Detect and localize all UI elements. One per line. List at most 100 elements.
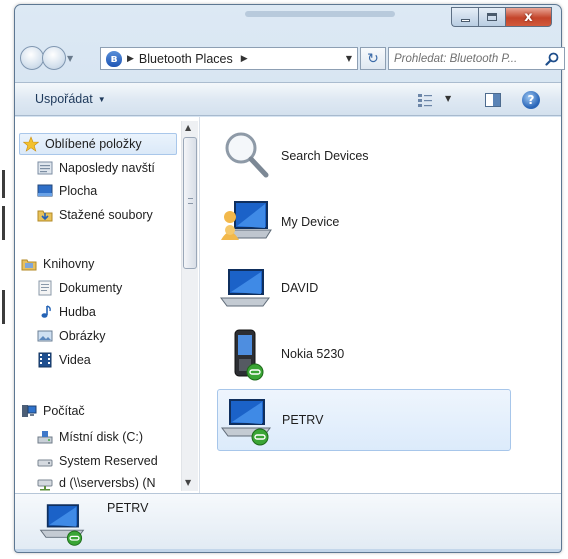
view-options-dropdown[interactable]: ▼ bbox=[445, 94, 451, 103]
my-device-icon bbox=[221, 201, 272, 240]
file-label: PETRV bbox=[282, 413, 324, 427]
minimize-button[interactable] bbox=[451, 7, 478, 27]
refresh-button[interactable]: ↻ bbox=[360, 47, 386, 70]
nav-recent-places[interactable]: Naposledy navští bbox=[37, 157, 155, 179]
edge-mark bbox=[2, 290, 5, 324]
organize-label: Uspořádat bbox=[35, 92, 93, 106]
back-button[interactable] bbox=[20, 46, 44, 70]
scroll-down-arrow-icon[interactable]: ▼ bbox=[185, 478, 191, 487]
nav-downloads-label: Stažené soubory bbox=[59, 208, 153, 222]
change-view-icon[interactable] bbox=[418, 93, 432, 107]
nav-system-reserved[interactable]: System Reserved bbox=[37, 450, 158, 472]
nav-network-drive-label: d (\\serversbs) (N bbox=[59, 476, 156, 490]
nav-recent-places-label: Naposledy navští bbox=[59, 161, 155, 175]
nav-pane-scrollbar[interactable]: ▲ ▼ bbox=[181, 121, 198, 491]
local-disk-icon bbox=[37, 431, 53, 444]
network-drive-icon bbox=[37, 479, 53, 491]
nav-libraries[interactable]: Knihovny bbox=[21, 253, 94, 275]
close-button[interactable]: x bbox=[505, 7, 552, 27]
drive-icon bbox=[37, 459, 53, 467]
nav-local-disk[interactable]: Místní disk (C:) bbox=[37, 426, 143, 448]
file-item-my-device[interactable]: My Device bbox=[217, 191, 511, 253]
nav-documents[interactable]: Dokumenty bbox=[37, 277, 122, 299]
minimize-icon bbox=[460, 18, 470, 22]
caption-buttons: x bbox=[451, 7, 552, 27]
nav-music[interactable]: Hudba bbox=[37, 301, 96, 323]
nav-music-label: Hudba bbox=[59, 305, 96, 319]
desktop-icon bbox=[37, 184, 53, 197]
laptop-icon bbox=[220, 269, 270, 307]
address-bar[interactable]: ʙ ▶ Bluetooth Places ▶ ▼ bbox=[100, 47, 358, 70]
nav-downloads[interactable]: Stažené soubory bbox=[37, 204, 153, 226]
address-dropdown-icon[interactable]: ▼ bbox=[346, 54, 352, 63]
star-icon bbox=[23, 136, 39, 152]
file-label: Nokia 5230 bbox=[281, 347, 345, 361]
help-icon[interactable]: ? bbox=[522, 91, 540, 109]
search-icon[interactable] bbox=[545, 52, 559, 66]
bluetooth-icon: ʙ bbox=[106, 50, 122, 67]
chevron-down-icon: ▼ bbox=[97, 95, 106, 105]
file-label: My Device bbox=[281, 215, 340, 229]
navigation-bar: ▼ ʙ ▶ Bluetooth Places ▶ ▼ ↻ bbox=[20, 44, 565, 74]
nav-desktop-label: Plocha bbox=[59, 184, 98, 198]
search-box[interactable] bbox=[388, 47, 565, 70]
scrollbar-grip bbox=[188, 198, 193, 204]
file-item-david[interactable]: DAVID bbox=[217, 257, 511, 319]
breadcrumb-separator-icon[interactable]: ▶ bbox=[241, 54, 248, 64]
search-devices-icon bbox=[225, 132, 269, 178]
nav-computer[interactable]: Počítač bbox=[21, 400, 85, 422]
nav-favorites[interactable]: Oblíbené položky bbox=[19, 133, 177, 155]
maximize-icon bbox=[487, 13, 497, 21]
refresh-icon: ↻ bbox=[367, 50, 379, 67]
nav-libraries-label: Knihovny bbox=[43, 257, 95, 271]
close-icon: x bbox=[524, 9, 533, 25]
nav-desktop[interactable]: Plocha bbox=[37, 180, 97, 202]
content-area: Oblíbené položky Naposledy navští Plocha… bbox=[15, 117, 561, 493]
nav-favorites-label: Oblíbené položky bbox=[45, 137, 142, 151]
nav-local-disk-label: Místní disk (C:) bbox=[59, 430, 144, 444]
navigation-pane: Oblíbené položky Naposledy navští Plocha… bbox=[15, 117, 200, 493]
search-input[interactable] bbox=[394, 52, 540, 65]
breadcrumb-separator-icon[interactable]: ▶ bbox=[127, 54, 134, 64]
laptop-connected-icon bbox=[221, 399, 271, 446]
edge-mark bbox=[2, 170, 5, 198]
nav-videos-label: Videa bbox=[59, 353, 91, 367]
nav-pictures-label: Obrázky bbox=[59, 329, 106, 343]
computer-icon bbox=[22, 405, 37, 417]
details-item-name: PETRV bbox=[107, 501, 149, 515]
scroll-up-arrow-icon[interactable]: ▲ bbox=[185, 123, 191, 132]
details-pane: PETRV bbox=[15, 493, 561, 549]
nav-computer-label: Počítač bbox=[43, 404, 85, 418]
file-list: Search Devices My Device DAVID Nokia 523… bbox=[205, 117, 561, 493]
phone-icon bbox=[234, 329, 264, 381]
forward-button[interactable] bbox=[42, 46, 66, 70]
downloads-icon bbox=[37, 210, 53, 222]
nav-pictures[interactable]: Obrázky bbox=[37, 325, 106, 347]
documents-icon bbox=[38, 280, 52, 296]
videos-icon bbox=[38, 352, 52, 368]
nav-videos[interactable]: Videa bbox=[37, 349, 91, 371]
libraries-icon bbox=[21, 259, 37, 271]
pictures-icon bbox=[37, 330, 53, 342]
recent-places-icon bbox=[37, 161, 53, 175]
laptop-connected-icon bbox=[39, 504, 85, 546]
nav-system-reserved-label: System Reserved bbox=[59, 454, 158, 468]
nav-documents-label: Dokumenty bbox=[59, 281, 123, 295]
file-label: DAVID bbox=[281, 281, 319, 295]
breadcrumb-bluetooth-places[interactable]: Bluetooth Places bbox=[139, 52, 233, 66]
maximize-button[interactable] bbox=[478, 7, 505, 27]
help-glyph: ? bbox=[527, 93, 535, 107]
file-item-search-devices[interactable]: Search Devices bbox=[217, 125, 511, 187]
file-item-petrv[interactable]: PETRV bbox=[217, 389, 511, 451]
page-left-edge bbox=[0, 0, 10, 559]
command-bar: Uspořádat ▼ ▼ ? bbox=[15, 82, 561, 116]
file-label: Search Devices bbox=[281, 149, 369, 163]
scrollbar-thumb[interactable] bbox=[183, 137, 197, 269]
nav-network-drive[interactable]: d (\\serversbs) (N bbox=[37, 472, 156, 493]
title-bar-blur bbox=[245, 11, 395, 17]
edge-mark bbox=[2, 206, 5, 240]
file-item-nokia-5230[interactable]: Nokia 5230 bbox=[217, 323, 511, 385]
organize-button[interactable]: Uspořádat ▼ bbox=[35, 92, 106, 106]
preview-pane-icon[interactable] bbox=[485, 93, 501, 107]
recent-pages-dropdown[interactable]: ▼ bbox=[67, 54, 73, 63]
